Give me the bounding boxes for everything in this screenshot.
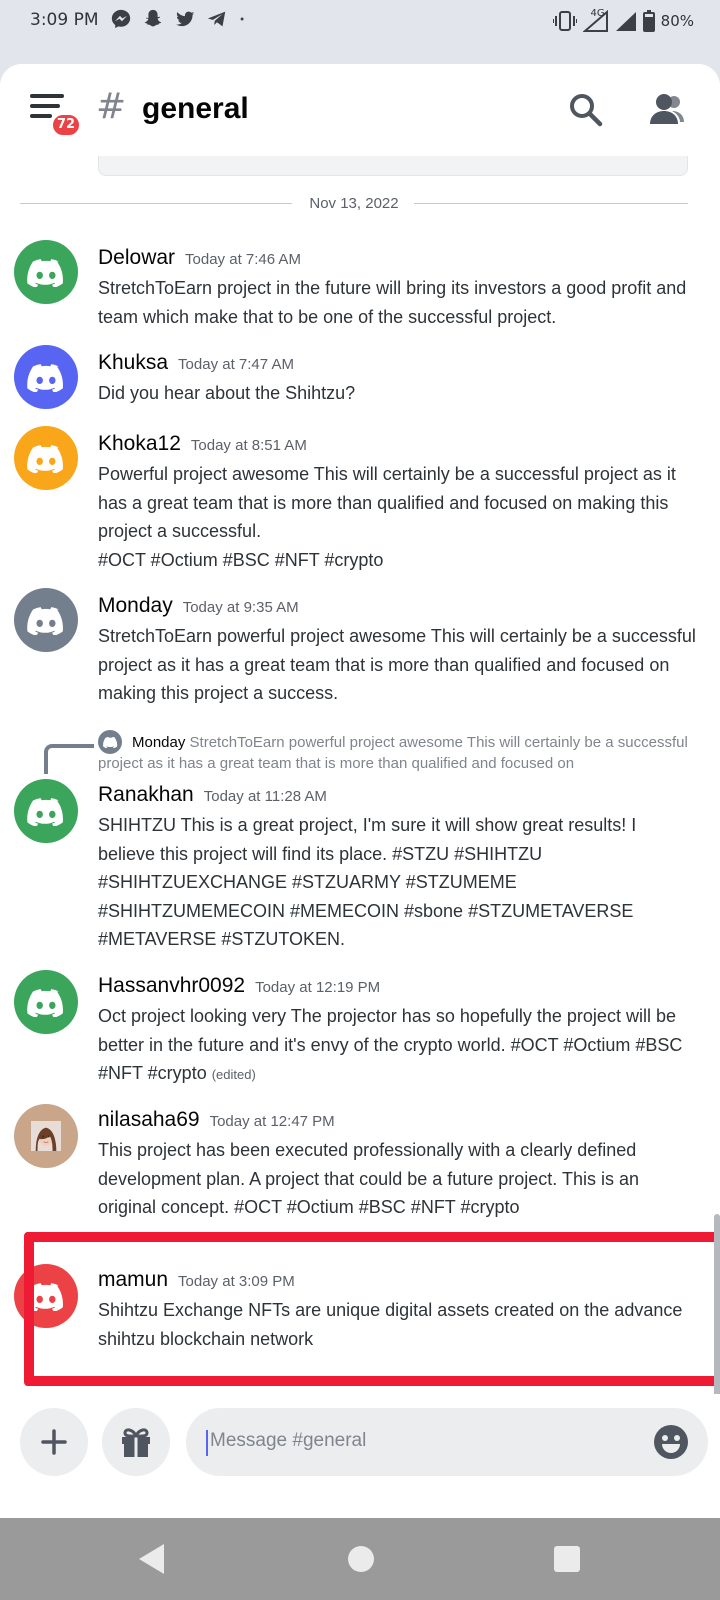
text-caret [206,1430,208,1456]
author-name[interactable]: Khuksa [98,351,168,374]
message-input[interactable]: Message #general [186,1408,708,1476]
reply-author[interactable]: Monday [132,734,185,751]
message-text: Powerful project awesome This will certa… [98,464,676,570]
network-type: 4G [590,7,605,19]
message-text: SHIHTZU This is a great project, I'm sur… [98,815,637,949]
author-name[interactable]: Monday [98,594,173,617]
message-timestamp: Today at 7:46 AM [185,251,301,268]
author-name[interactable]: mamun [98,1268,168,1291]
message-text: Oct project looking very The projector h… [98,1002,698,1090]
author-name[interactable]: Delowar [98,246,175,269]
messenger-icon [111,9,131,29]
author-name[interactable]: Hassanvhr0092 [98,974,245,997]
reply-spine [44,744,94,774]
snapchat-icon [144,9,162,27]
emoji-icon[interactable] [652,1423,690,1461]
discord-logo-icon [27,259,63,287]
recents-icon[interactable] [554,1546,580,1572]
message-author[interactable]: Ranakhan Today at 11:28 AM [98,783,327,807]
channel-title: general [142,92,249,125]
discord-logo-icon [27,445,63,473]
author-name[interactable]: Khoka12 [98,432,181,455]
avatar[interactable] [14,345,78,409]
avatar[interactable] [14,779,78,843]
message-text: StretchToEarn project in the future will… [98,278,687,327]
avatar[interactable] [14,970,78,1034]
avatar[interactable] [14,426,78,490]
signal-icon-2 [615,12,636,31]
reply-text[interactable]: Monday StretchToEarn powerful project aw… [98,732,698,774]
message-timestamp: Today at 3:09 PM [178,1273,295,1290]
discord-logo-icon [27,1283,63,1311]
message-author[interactable]: Monday Today at 9:35 AM [98,594,299,618]
discord-logo-icon [27,798,63,826]
avatar[interactable] [14,1264,78,1328]
message-text: Shihtzu Exchange NFTs are unique digital… [98,1300,683,1349]
message-author[interactable]: mamun Today at 3:09 PM [98,1268,295,1292]
search-icon[interactable] [566,90,606,130]
menu-icon-bar [30,104,60,108]
system-nav-bar [0,1518,720,1600]
divider-line [414,203,688,204]
avatar[interactable] [14,240,78,304]
plus-icon [41,1429,67,1455]
message-composer: Message #general [0,1394,720,1518]
message-placeholder: Message #general [210,1430,367,1451]
message-timestamp: Today at 12:19 PM [255,979,381,996]
message-author[interactable]: Delowar Today at 7:46 AM [98,246,301,270]
message-timestamp: Today at 11:28 AM [203,788,327,805]
twitter-icon [176,11,195,27]
message-text: This project has been executed professio… [98,1140,640,1217]
discord-logo-icon [27,364,63,392]
back-icon[interactable] [136,1542,168,1576]
edited-label: (edited) [211,1067,256,1082]
message-text-content: Oct project looking very The projector h… [98,1006,683,1083]
message-author[interactable]: Khoka12 Today at 8:51 AM [98,432,307,456]
menu-icon-bar [30,114,52,118]
scrollbar[interactable] [714,1214,720,1404]
telegram-icon [207,11,226,27]
vibrate-icon [552,11,577,31]
battery-icon [642,10,655,32]
message-timestamp: Today at 8:51 AM [190,437,307,454]
status-time: 3:09 PM [30,10,99,30]
message-author[interactable]: nilasaha69 Today at 12:47 PM [98,1108,335,1132]
battery-level: 80% [660,12,694,30]
reply-avatar [98,730,122,754]
menu-button[interactable]: 72 [30,94,83,138]
dot-icon [240,17,244,21]
avatar[interactable] [14,588,78,652]
gift-icon [122,1428,150,1457]
home-icon[interactable] [348,1546,374,1572]
discord-logo-icon [102,736,117,748]
discord-logo-icon [27,989,63,1017]
message-timestamp: Today at 12:47 PM [209,1113,335,1130]
members-icon[interactable] [644,90,686,130]
user-photo-icon [31,1121,61,1151]
message-author[interactable]: Khuksa Today at 7:47 AM [98,351,294,375]
date-divider: Nov 13, 2022 [20,192,688,216]
hash-icon: # [96,86,127,127]
notification-badge: 72 [50,112,83,138]
message-item-highlighted[interactable]: mamun Today at 3:09 PM Shihtzu Exchange N… [0,1242,720,1382]
message-author[interactable]: Hassanvhr0092 Today at 12:19 PM [98,974,380,998]
status-bar: 3:09 PM 4G 80% [0,0,720,44]
gift-button[interactable] [102,1408,170,1476]
channel-header: 72 # general [0,64,720,156]
message-text: Did you hear about the Shihtzu? [98,383,356,403]
menu-icon [30,94,64,98]
discord-logo-icon [27,607,63,635]
author-name[interactable]: Ranakhan [98,783,194,806]
message-timestamp: Today at 7:47 AM [178,356,294,373]
avatar-photo[interactable] [14,1104,78,1168]
reply-preview[interactable]: Monday StretchToEarn powerful project aw… [0,730,720,780]
author-name[interactable]: nilasaha69 [98,1108,200,1131]
message-text: StretchToEarn powerful project awesome T… [98,626,696,703]
message-timestamp: Today at 9:35 AM [182,599,299,616]
reply-snippet: StretchToEarn powerful project awesome T… [98,734,688,772]
chat-panel: 72 # general Nov 13, 2022 Delowar Today a… [0,64,720,1518]
add-button[interactable] [20,1408,88,1476]
